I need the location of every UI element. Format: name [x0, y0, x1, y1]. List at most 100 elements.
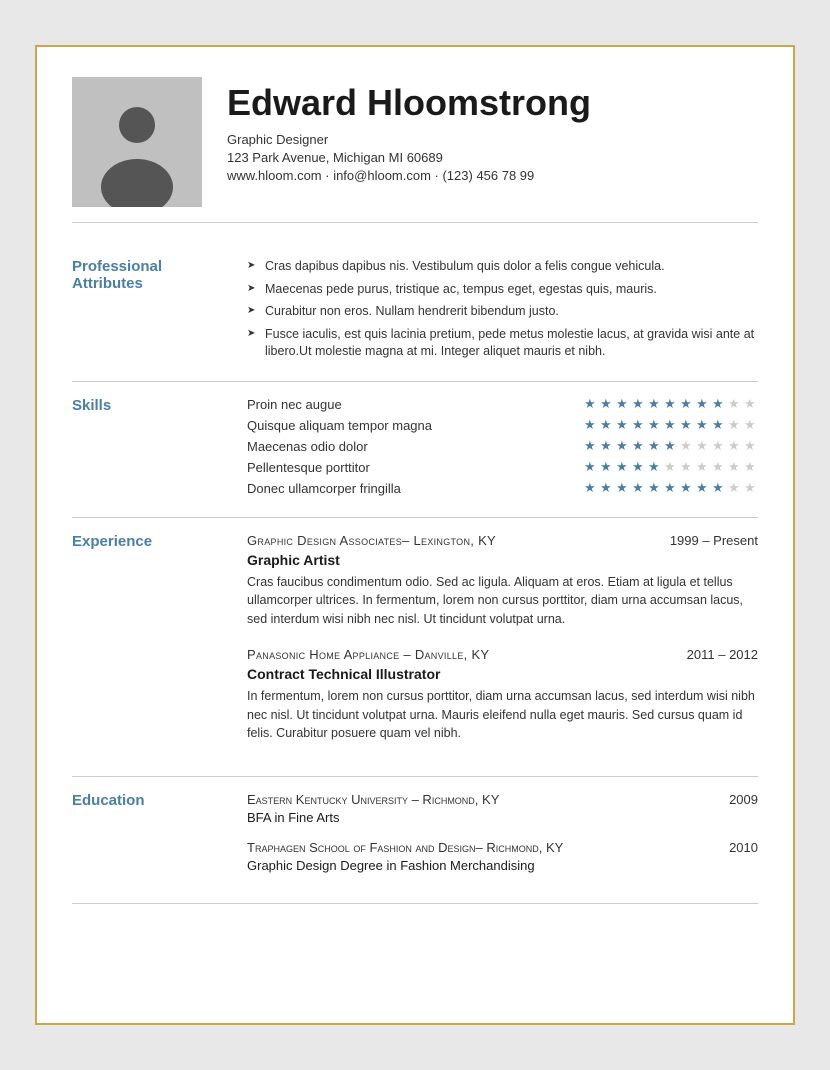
experience-content: Graphic Design Associates– Lexington, KY…: [247, 533, 758, 762]
star-icon: ★: [600, 460, 614, 474]
star-empty-icon: ★: [696, 439, 710, 453]
candidate-title: Graphic Designer: [227, 132, 758, 147]
candidate-contact: www.hloom.com · info@hloom.com · (123) 4…: [227, 168, 758, 183]
star-empty-icon: ★: [728, 481, 742, 495]
star-icon: ★: [712, 481, 726, 495]
experience-entry: Graphic Design Associates– Lexington, KY…: [247, 533, 758, 629]
star-empty-icon: ★: [728, 418, 742, 432]
candidate-address: 123 Park Avenue, Michigan MI 60689: [227, 150, 758, 165]
skill-rating: ★★★★★★★★★★★: [584, 460, 758, 474]
education-header: Traphagen School of Fashion and Design– …: [247, 840, 758, 855]
star-empty-icon: ★: [744, 481, 758, 495]
skill-row: Donec ullamcorper fringilla ★★★★★★★★★★★: [247, 481, 758, 496]
star-icon: ★: [632, 439, 646, 453]
star-icon: ★: [600, 481, 614, 495]
star-icon: ★: [616, 460, 630, 474]
professional-attributes-section: Professional Attributes Cras dapibus dap…: [72, 243, 758, 382]
skills-label: Skills: [72, 397, 247, 502]
experience-label: Experience: [72, 533, 247, 762]
skill-name: Maecenas odio dolor: [247, 439, 368, 454]
education-content: Eastern Kentucky University – Richmond, …: [247, 792, 758, 888]
star-empty-icon: ★: [744, 418, 758, 432]
star-icon: ★: [616, 418, 630, 432]
star-empty-icon: ★: [728, 460, 742, 474]
skill-row: Maecenas odio dolor ★★★★★★★★★★★: [247, 439, 758, 454]
skill-name: Donec ullamcorper fringilla: [247, 481, 401, 496]
star-icon: ★: [680, 418, 694, 432]
star-icon: ★: [648, 460, 662, 474]
education-entry: Eastern Kentucky University – Richmond, …: [247, 792, 758, 825]
star-icon: ★: [632, 397, 646, 411]
star-icon: ★: [632, 481, 646, 495]
education-header: Eastern Kentucky University – Richmond, …: [247, 792, 758, 807]
degree-name: BFA in Fine Arts: [247, 810, 758, 825]
experience-entry: Panasonic Home Appliance – Danville, KY …: [247, 647, 758, 743]
candidate-name: Edward Hloomstrong: [227, 82, 758, 124]
company-name: Graphic Design Associates– Lexington, KY: [247, 533, 496, 548]
star-empty-icon: ★: [744, 439, 758, 453]
star-empty-icon: ★: [664, 460, 678, 474]
star-icon: ★: [632, 418, 646, 432]
list-item: Curabitur non eros. Nullam hendrerit bib…: [247, 303, 758, 321]
list-item: Fusce iaculis, est quis lacinia pretium,…: [247, 326, 758, 361]
job-description: Cras faucibus condimentum odio. Sed ac l…: [247, 573, 758, 629]
star-empty-icon: ★: [712, 460, 726, 474]
star-icon: ★: [584, 418, 598, 432]
skill-row: Pellentesque porttitor ★★★★★★★★★★★: [247, 460, 758, 475]
star-empty-icon: ★: [680, 439, 694, 453]
job-title: Contract Technical Illustrator: [247, 666, 758, 682]
star-icon: ★: [600, 397, 614, 411]
star-icon: ★: [584, 460, 598, 474]
education-label: Education: [72, 792, 247, 888]
job-title: Graphic Artist: [247, 552, 758, 568]
skill-row: Quisque aliquam tempor magna ★★★★★★★★★★★: [247, 418, 758, 433]
education-section: Education Eastern Kentucky University – …: [72, 777, 758, 904]
star-icon: ★: [584, 439, 598, 453]
experience-dates: 2011 – 2012: [687, 647, 758, 662]
professional-attributes-label: Professional Attributes: [72, 258, 247, 366]
star-icon: ★: [664, 439, 678, 453]
avatar: [72, 77, 202, 207]
star-icon: ★: [616, 481, 630, 495]
experience-header: Graphic Design Associates– Lexington, KY…: [247, 533, 758, 548]
star-icon: ★: [584, 481, 598, 495]
job-description: In fermentum, lorem non cursus porttitor…: [247, 687, 758, 743]
resume-page: Edward Hloomstrong Graphic Designer 123 …: [35, 45, 795, 1025]
star-icon: ★: [712, 418, 726, 432]
star-icon: ★: [648, 439, 662, 453]
star-icon: ★: [616, 439, 630, 453]
resume-header: Edward Hloomstrong Graphic Designer 123 …: [72, 77, 758, 223]
star-icon: ★: [584, 397, 598, 411]
star-icon: ★: [616, 397, 630, 411]
star-icon: ★: [664, 418, 678, 432]
star-empty-icon: ★: [728, 397, 742, 411]
header-info: Edward Hloomstrong Graphic Designer 123 …: [227, 77, 758, 183]
star-icon: ★: [600, 439, 614, 453]
list-item: Cras dapibus dapibus nis. Vestibulum qui…: [247, 258, 758, 276]
company-name: Panasonic Home Appliance – Danville, KY: [247, 647, 489, 662]
skills-content: Proin nec augue ★★★★★★★★★★★ Quisque aliq…: [247, 397, 758, 502]
star-icon: ★: [648, 418, 662, 432]
education-entry: Traphagen School of Fashion and Design– …: [247, 840, 758, 873]
star-icon: ★: [680, 481, 694, 495]
graduation-year: 2009: [729, 792, 758, 807]
skill-rating: ★★★★★★★★★★★: [584, 481, 758, 495]
attributes-list: Cras dapibus dapibus nis. Vestibulum qui…: [247, 258, 758, 361]
star-empty-icon: ★: [744, 397, 758, 411]
skill-rating: ★★★★★★★★★★★: [584, 418, 758, 432]
experience-dates: 1999 – Present: [670, 533, 758, 548]
star-icon: ★: [648, 397, 662, 411]
experience-header: Panasonic Home Appliance – Danville, KY …: [247, 647, 758, 662]
experience-section: Experience Graphic Design Associates– Le…: [72, 518, 758, 778]
star-icon: ★: [696, 481, 710, 495]
degree-name: Graphic Design Degree in Fashion Merchan…: [247, 858, 758, 873]
skill-row: Proin nec augue ★★★★★★★★★★★: [247, 397, 758, 412]
skills-section: Skills Proin nec augue ★★★★★★★★★★★ Quisq…: [72, 382, 758, 518]
star-empty-icon: ★: [696, 460, 710, 474]
professional-attributes-content: Cras dapibus dapibus nis. Vestibulum qui…: [247, 258, 758, 366]
graduation-year: 2010: [729, 840, 758, 855]
star-empty-icon: ★: [680, 460, 694, 474]
skill-name: Pellentesque porttitor: [247, 460, 370, 475]
star-icon: ★: [664, 481, 678, 495]
star-empty-icon: ★: [712, 439, 726, 453]
